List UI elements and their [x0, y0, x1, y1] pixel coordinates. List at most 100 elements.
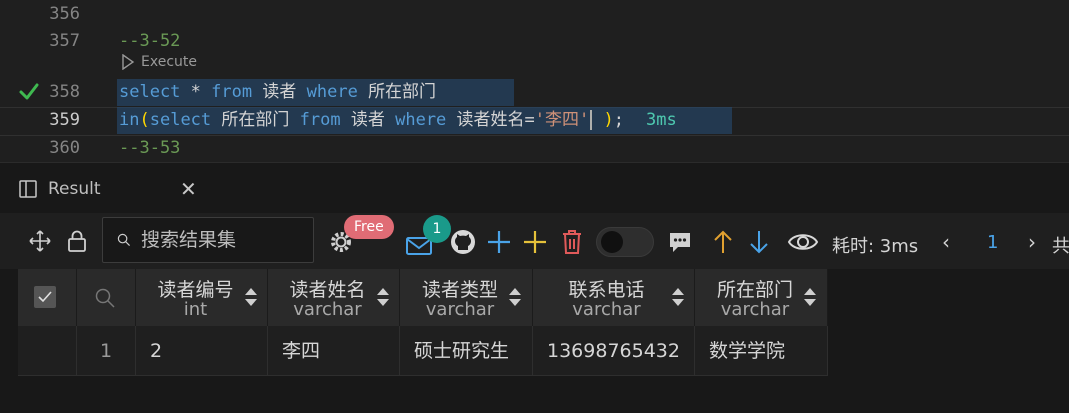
sql-keyword: where	[395, 110, 447, 130]
insert-row-icon[interactable]	[522, 229, 548, 255]
code-line[interactable]: 356	[0, 0, 1069, 28]
sql-table: 读者	[350, 110, 385, 130]
code-line[interactable]: 357 --3-52	[0, 27, 1069, 55]
sql-keyword: select	[149, 110, 212, 130]
github-icon[interactable]	[449, 228, 477, 256]
column-type: varchar	[572, 299, 641, 320]
sql-statement: in(select 所在部门 from 读者 where 读者姓名='李四' )…	[119, 106, 677, 134]
result-table: 读者编号 int 读者姓名 varchar 读者类型 varchar 联系电话 …	[18, 269, 828, 376]
lock-icon[interactable]	[65, 228, 89, 254]
sql-condition: 读者姓名=	[456, 110, 535, 130]
search-icon	[117, 233, 131, 247]
sql-star: *	[190, 82, 201, 102]
sort-icon[interactable]	[508, 285, 522, 309]
column-type: int	[183, 299, 208, 320]
column-header[interactable]: 联系电话 varchar	[533, 269, 695, 326]
prev-page-button[interactable]: ‹	[942, 230, 950, 254]
code-line[interactable]: 359 in(select 所在部门 from 读者 where 读者姓名='李…	[0, 106, 1069, 134]
sql-keyword: from	[211, 82, 253, 102]
select-all-checkbox[interactable]	[34, 286, 56, 308]
sql-keyword: from	[299, 110, 341, 130]
column-name: 读者类型	[421, 279, 498, 301]
select-all-header	[18, 269, 77, 326]
add-row-icon[interactable]	[486, 229, 512, 255]
code-line[interactable]: 360 --3-53	[0, 134, 1069, 162]
search-input[interactable]	[139, 228, 313, 252]
check-icon	[38, 291, 52, 303]
next-page-button[interactable]: ›	[1028, 230, 1036, 254]
search-result-box[interactable]	[102, 217, 314, 263]
page-number[interactable]: 1	[987, 232, 998, 253]
eye-icon[interactable]	[787, 231, 819, 253]
sql-statement: select * from 读者 where 所在部门	[119, 78, 436, 106]
column-header[interactable]: 读者类型 varchar	[400, 269, 533, 326]
sql-field: 所在部门	[368, 82, 437, 102]
notification-badge: 1	[423, 215, 451, 243]
text-cursor	[590, 110, 593, 130]
column-type: varchar	[425, 299, 495, 320]
execute-label: Execute	[141, 54, 197, 70]
line-number: 356	[49, 4, 80, 24]
column-header[interactable]: 所在部门 varchar	[695, 269, 828, 326]
execute-codelens[interactable]: Execute	[121, 54, 197, 70]
column-header[interactable]: 读者编号 int	[136, 269, 268, 326]
sql-comment: --3-52	[119, 31, 181, 51]
table-cell[interactable]: 2	[136, 326, 268, 376]
line-number: 360	[49, 138, 80, 158]
panel-layout-icon	[19, 180, 37, 198]
sql-field: 所在部门	[221, 110, 290, 130]
tab-result[interactable]: Result ✕	[18, 171, 197, 207]
row-index: 1	[77, 326, 136, 376]
toggle-knob	[601, 231, 623, 253]
table-cell[interactable]: 硕士研究生	[400, 326, 533, 376]
result-panel: Result ✕ Free 1	[0, 162, 1069, 413]
paren: (	[139, 110, 150, 130]
column-type: varchar	[293, 299, 362, 320]
comment-icon[interactable]	[668, 230, 692, 254]
toggle-switch[interactable]	[596, 227, 654, 257]
column-name: 读者编号	[157, 279, 234, 301]
execution-time: 3ms	[646, 110, 677, 130]
sort-icon[interactable]	[671, 285, 685, 309]
sql-comment: --3-53	[119, 138, 181, 158]
play-icon	[122, 54, 135, 70]
semicolon: ;	[613, 110, 625, 130]
sql-string: '李四'	[534, 110, 590, 130]
line-number: 357	[49, 31, 80, 51]
arrow-down-icon[interactable]	[747, 229, 771, 255]
search-icon[interactable]	[94, 287, 116, 309]
column-type: varchar	[720, 299, 790, 320]
table-cell[interactable]: 李四	[268, 326, 400, 376]
trash-icon[interactable]	[560, 228, 584, 256]
paren: )	[603, 110, 614, 130]
elapsed-time: 耗时: 3ms	[832, 236, 919, 257]
sql-table: 读者	[262, 82, 297, 102]
sort-icon[interactable]	[376, 285, 390, 309]
close-icon[interactable]: ✕	[180, 177, 197, 201]
sql-keyword: select	[119, 82, 181, 102]
row-filter-header	[77, 269, 136, 326]
sql-keyword: in	[119, 110, 140, 130]
code-line[interactable]: 358 select * from 读者 where 所在部门	[0, 78, 1069, 106]
tab-result-label: Result	[48, 179, 101, 199]
sql-keyword: where	[306, 82, 358, 102]
free-badge[interactable]: Free	[344, 215, 394, 239]
result-toolbar: Free 1	[0, 213, 1069, 269]
line-number: 359	[49, 110, 80, 130]
column-name: 读者姓名	[289, 279, 366, 301]
sort-icon[interactable]	[803, 285, 817, 309]
table-cell[interactable]: 数学学院	[695, 326, 828, 376]
move-icon[interactable]	[28, 229, 52, 253]
code-editor[interactable]: 356 357 --3-52 Execute 358 select * from…	[0, 0, 1069, 162]
table-cell[interactable]: 13698765432	[533, 326, 695, 376]
line-number: 358	[49, 82, 80, 102]
sort-icon[interactable]	[244, 285, 258, 309]
total-label: 共	[1052, 236, 1069, 257]
success-check-icon	[19, 83, 39, 100]
column-name: 联系电话	[568, 279, 645, 301]
arrow-up-icon[interactable]	[711, 229, 735, 255]
panel-tabbar: Result ✕	[0, 163, 1069, 213]
column-name: 所在部门	[716, 279, 793, 301]
row-select-cell[interactable]	[18, 326, 77, 376]
column-header[interactable]: 读者姓名 varchar	[268, 269, 400, 326]
